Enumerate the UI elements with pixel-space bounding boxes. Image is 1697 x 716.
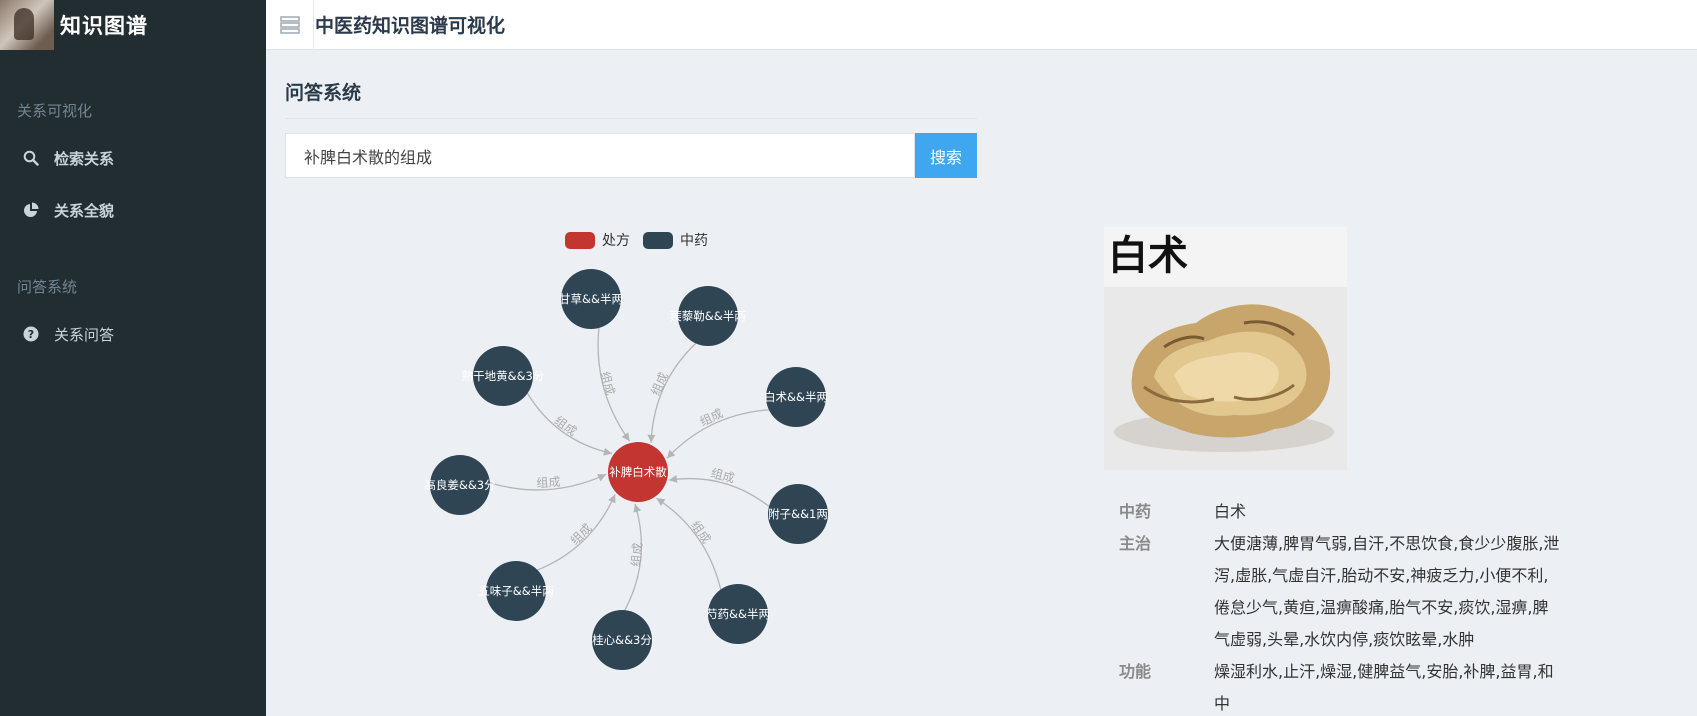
legend-label: 处方 — [602, 233, 630, 249]
graph-edge — [656, 497, 722, 590]
info-key: 功能 — [1119, 662, 1152, 681]
edge-label: 组成 — [536, 475, 561, 491]
herb-node-label: 白术&&半两 — [764, 390, 828, 404]
question-circle-icon: ? — [22, 325, 40, 343]
herb-info: 中药 白术 主治 大便溏薄,脾胃气弱,自汗,不思饮食,食少少腹胀,泄泻,虚胀,气… — [1119, 496, 1579, 716]
edge-label: 组成 — [688, 518, 713, 546]
herb-node[interactable]: 甘草&&半两 — [559, 269, 623, 329]
herb-node[interactable]: 附子&&1两 — [768, 484, 828, 544]
herb-node[interactable]: 五味子&&半两 — [478, 561, 554, 621]
herb-node[interactable]: 芍药&&半两 — [706, 584, 770, 644]
herb-node-label: 五味子&&半两 — [478, 584, 553, 598]
brand-title: 知识图谱 — [60, 14, 148, 38]
herb-node-label: 附子&&1两 — [768, 507, 828, 521]
legend-item[interactable]: 处方 — [565, 232, 630, 249]
herb-node-label: 高良姜&&3分 — [424, 478, 496, 492]
graph-edge-arrow — [633, 503, 642, 513]
edge-label: 组成 — [552, 413, 580, 438]
legend-label: 中药 — [680, 233, 708, 249]
page-title: 问答系统 — [285, 82, 362, 104]
brand-logo — [0, 0, 54, 50]
search-button[interactable]: 搜索 — [915, 133, 977, 178]
info-row-indications: 主治 大便溏薄,脾胃气弱,自汗,不思饮食,食少少腹胀,泄泻,虚胀,气虚自汗,胎动… — [1119, 528, 1579, 656]
knowledge-graph-canvas[interactable]: 处方 中药组成 组成组成组成组成组成组成组成组成甘草&&半两蒺藜勒&&半两白术&&半… — [400, 210, 860, 680]
edge-label: 组成 — [598, 370, 618, 397]
section-header-qa: 问答系统 — [17, 278, 78, 296]
legend-swatch — [643, 232, 673, 249]
graph-edge-arrow — [603, 447, 612, 456]
herb-node[interactable]: 桂心&&3分 — [592, 610, 652, 670]
edge-label: 组成 — [648, 370, 671, 398]
sidebar-item-relations-overview[interactable]: 关系全貌 — [0, 190, 266, 230]
search-icon — [22, 149, 40, 167]
prescription-node[interactable]: 补脾白术散 — [608, 442, 668, 502]
info-row-functions: 功能 燥湿利水,止汗,燥湿,健脾益气,安胎,补脾,益胃,和中 — [1119, 656, 1579, 716]
herb-node-label: 熟干地黄&&3分 — [462, 369, 545, 383]
herb-node-label: 桂心&&3分 — [592, 633, 652, 647]
herb-node[interactable]: 高良姜&&3分 — [424, 455, 496, 515]
info-key: 主治 — [1119, 534, 1152, 553]
sidebar-item-label: 关系问答 — [54, 325, 115, 344]
top-bar: 中医药知识图谱可视化 — [266, 0, 1697, 50]
info-value: 燥湿利水,止汗,燥湿,健脾益气,安胎,补脾,益胃,和中 — [1214, 662, 1554, 713]
herb-image-title: 白术 — [1108, 232, 1188, 279]
herb-node-label: 芍药&&半两 — [706, 607, 770, 621]
herb-node-label: 蒺藜勒&&半两 — [670, 309, 745, 323]
svg-text:?: ? — [28, 328, 34, 341]
herb-node[interactable]: 蒺藜勒&&半两 — [670, 286, 746, 346]
info-row-herb: 中药 白术 — [1119, 496, 1579, 528]
sidebar-item-search-relations[interactable]: 检索关系 — [0, 138, 266, 178]
legend-item[interactable]: 中药 — [643, 232, 708, 249]
menu-toggle-icon[interactable] — [266, 0, 314, 50]
graph-edge-arrow — [656, 498, 666, 506]
brand[interactable]: 知识图谱 — [0, 0, 266, 50]
prescription-node-label: 补脾白术散 — [609, 465, 667, 479]
edge-label: 组成 — [629, 542, 645, 567]
info-key: 中药 — [1119, 502, 1152, 521]
sidebar-item-label: 关系全貌 — [54, 201, 115, 220]
graph-legend: 处方 中药 — [565, 232, 708, 249]
info-value: 白术 — [1214, 502, 1247, 521]
sidebar-item-relation-qa[interactable]: ? 关系问答 — [0, 314, 266, 354]
knowledge-graph[interactable]: 处方 中药 组成 组成 组成 组成 组成 组成 组成 组成 组成 甘草&&半两 蒺藜勒&&半两 白术&&半… — [400, 210, 860, 680]
herb-image: 白术 — [1104, 227, 1347, 470]
herb-node[interactable]: 白术&&半两 — [764, 367, 828, 427]
search-input[interactable]: 补脾白术散的组成 — [285, 133, 915, 178]
herb-node-label: 甘草&&半两 — [559, 292, 623, 306]
herb-node[interactable]: 熟干地黄&&3分 — [462, 346, 545, 406]
graph-edge-arrow — [668, 475, 678, 483]
sidebar: 知识图谱 关系可视化 检索关系 关系全貌 问答系统 ? 关系问答 — [0, 0, 266, 716]
graph-edge — [668, 477, 770, 507]
section-header-relations: 关系可视化 — [17, 102, 93, 120]
divider — [285, 118, 977, 119]
graph-edge-arrow — [621, 432, 630, 442]
graph-edge-arrow — [647, 434, 656, 443]
edge-label: 组成 — [709, 466, 736, 486]
pie-chart-icon — [22, 201, 40, 219]
info-value: 大便溏薄,脾胃气弱,自汗,不思饮食,食少少腹胀,泄泻,虚胀,气虚自汗,胎动不安,… — [1214, 534, 1560, 649]
legend-swatch — [565, 232, 595, 249]
sidebar-item-label: 检索关系 — [54, 149, 115, 168]
edge-label: 组成 — [568, 521, 595, 548]
app-title: 中医药知识图谱可视化 — [315, 15, 506, 37]
